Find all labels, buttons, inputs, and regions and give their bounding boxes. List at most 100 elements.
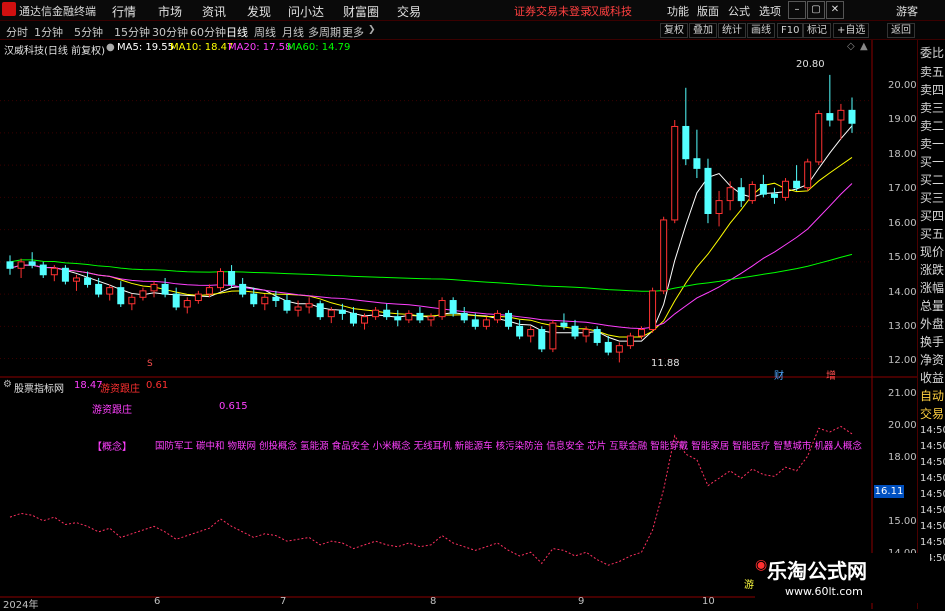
candle-body — [128, 296, 136, 305]
ind-tick: 15.00 — [888, 516, 917, 527]
mark-button[interactable]: 标记 — [803, 23, 831, 38]
candle-body — [372, 309, 380, 318]
add-watchlist-button[interactable]: +自选 — [833, 23, 870, 38]
increase-tag[interactable]: 增 — [826, 367, 836, 382]
bid3-label: 买三 — [920, 191, 945, 205]
candle-body — [804, 161, 812, 189]
period-60min[interactable]: 60分钟 — [190, 24, 226, 40]
app-logo-icon — [2, 2, 16, 16]
price-label: 现价 — [920, 245, 945, 259]
candle-body — [704, 167, 712, 215]
period-intraday[interactable]: 分时 — [6, 24, 28, 40]
menu-formula[interactable]: 公式 — [728, 3, 750, 19]
menu-function[interactable]: 功能 — [667, 3, 689, 19]
period-monthly[interactable]: 月线 — [282, 24, 304, 40]
trade-label[interactable]: 交易 — [920, 405, 945, 423]
indicator-marker: 游 — [744, 580, 754, 591]
candle-body — [615, 345, 623, 353]
watermark-url: www.60lt.com — [785, 585, 863, 598]
indicator-v2: 0.61 — [146, 380, 169, 391]
candle-body — [272, 296, 280, 302]
minimize-icon[interactable]: – — [788, 1, 806, 19]
candle-body — [505, 312, 513, 327]
ma5-line — [9, 125, 853, 342]
candle-body — [759, 183, 767, 195]
menu-item-discover[interactable]: 发现 — [247, 3, 271, 20]
candle-body — [671, 125, 679, 221]
candle-body — [217, 271, 224, 289]
candle-body — [172, 293, 180, 308]
indicator-gear-icon[interactable]: ⚙ — [3, 379, 12, 390]
candle-body — [28, 261, 36, 266]
menu-layout[interactable]: 版面 — [697, 3, 719, 19]
low-price-label: 11.88 — [651, 358, 680, 369]
login-status[interactable]: 证券交易未登录 — [514, 3, 591, 19]
ask4-label: 卖四 — [920, 83, 945, 97]
menu-item-market[interactable]: 市场 — [158, 3, 182, 20]
menu-item-quotes[interactable]: 行情 — [112, 3, 136, 20]
candle-body — [361, 316, 369, 324]
candle-body — [50, 267, 58, 276]
menu-item-ask[interactable]: 问小达 — [288, 3, 324, 20]
stats-button[interactable]: 统计 — [718, 23, 746, 38]
back-button[interactable]: 返回 — [887, 23, 915, 38]
finance-tag[interactable]: 财 — [774, 367, 784, 382]
candle-body — [715, 200, 723, 215]
menu-item-news[interactable]: 资讯 — [202, 3, 226, 20]
period-more[interactable]: 更多 — [342, 24, 364, 40]
f10-button[interactable]: F10 — [777, 23, 804, 38]
ask1-label: 卖一 — [920, 137, 945, 151]
overlay-button[interactable]: 叠加 — [689, 23, 717, 38]
indicator-v1: 18.47 — [74, 380, 103, 391]
period-weekly[interactable]: 周线 — [254, 24, 276, 40]
candle-body — [150, 283, 158, 292]
candle-body — [161, 283, 169, 295]
date-tick: 9 — [578, 596, 585, 607]
candle-body — [660, 219, 668, 292]
candle-body — [39, 264, 47, 276]
period-5min[interactable]: 5分钟 — [74, 24, 103, 40]
menu-bar: 通达信金融终端 行情 市场 资讯 发现 问小达 财富圈 交易 证券交易未登录 汉… — [0, 0, 945, 21]
draw-button[interactable]: 画线 — [747, 23, 775, 38]
period-15min[interactable]: 15分钟 — [114, 24, 150, 40]
user-label[interactable]: 游客 — [896, 3, 918, 19]
period-1min[interactable]: 1分钟 — [34, 24, 63, 40]
change-pct-label: 涨幅 — [920, 281, 945, 295]
auto-trade-label[interactable]: 自动 — [920, 387, 945, 405]
concepts-head: 【概念】 — [92, 442, 132, 453]
adjust-button[interactable]: 复权 — [660, 23, 688, 38]
menu-item-wealth[interactable]: 财富圈 — [343, 3, 379, 20]
candle-body — [649, 290, 657, 331]
period-30min[interactable]: 30分钟 — [152, 24, 188, 40]
ask3-label: 卖三 — [920, 101, 945, 115]
net-asset-label: 净资 — [920, 353, 945, 367]
maximize-icon[interactable]: ▢ — [807, 1, 825, 19]
candle-body — [250, 293, 258, 305]
candle-body — [582, 329, 590, 337]
candle-body — [349, 312, 357, 324]
candle-body — [604, 341, 612, 353]
candle-body — [84, 277, 92, 285]
candle-body — [516, 325, 524, 337]
indicator-line2-label: 游资跟庄 — [92, 405, 132, 416]
period-multi[interactable]: 多周期 — [308, 24, 341, 40]
candle-body — [316, 303, 324, 318]
change-label: 涨跌 — [920, 263, 945, 277]
kline-chart[interactable] — [0, 40, 917, 609]
ind-tick: 18.00 — [888, 452, 917, 463]
candle-body — [782, 180, 790, 198]
ma20-line — [9, 183, 853, 330]
candle-body — [427, 316, 435, 321]
close-icon[interactable]: ✕ — [826, 1, 844, 19]
date-tick: 10 — [702, 596, 715, 607]
candle-body — [338, 309, 346, 314]
indicator-title[interactable]: 股票指标网 — [14, 380, 64, 395]
candle-body — [205, 287, 213, 295]
ask2-label: 卖二 — [920, 119, 945, 133]
candles — [6, 74, 856, 363]
menu-item-trade[interactable]: 交易 — [397, 3, 421, 20]
price-tick: 13.00 — [888, 321, 917, 332]
chevron-right-icon[interactable]: ❯ — [368, 25, 376, 35]
period-daily[interactable]: 日线 — [226, 24, 248, 40]
menu-options[interactable]: 选项 — [759, 3, 781, 19]
